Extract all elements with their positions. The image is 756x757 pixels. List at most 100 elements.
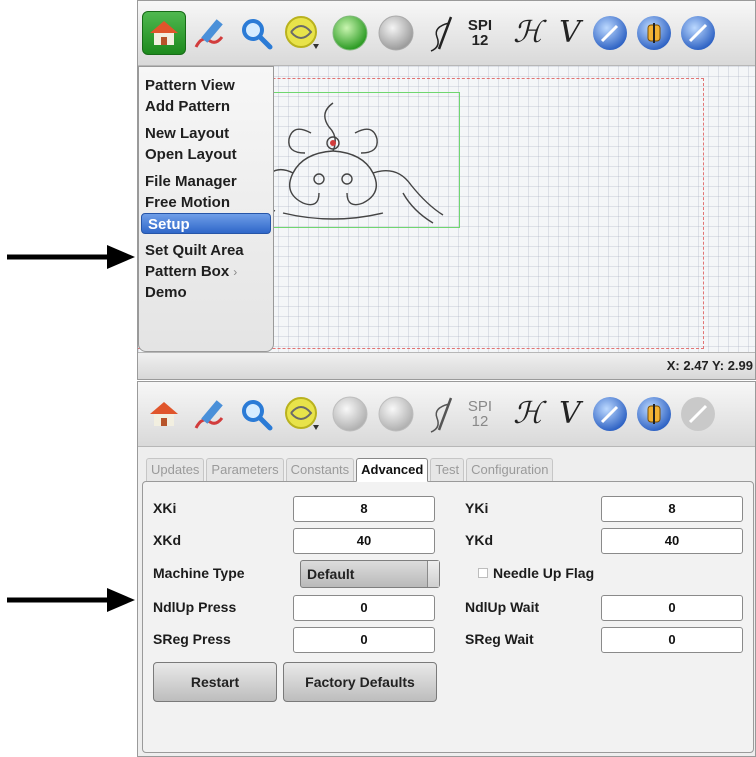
row-ki: XKi 8 YKi 8 — [143, 494, 753, 524]
menu-item-pattern-box-label: Pattern Box — [145, 263, 230, 280]
speed-dial-icon — [593, 397, 627, 431]
tab-test[interactable]: Test — [430, 458, 465, 482]
menu-item-new-layout[interactable]: New Layout — [139, 123, 273, 144]
stop-light[interactable] — [374, 11, 418, 55]
restart-button[interactable]: Restart — [153, 662, 277, 702]
advanced-settings-panel: XKi 8 YKi 8 XKd 40 YKd 40 Machine Type D… — [142, 481, 754, 753]
yki-input[interactable]: 8 — [601, 496, 743, 522]
xki-input[interactable]: 8 — [293, 496, 435, 522]
sreg-wait-label: SReg Wait — [465, 631, 534, 647]
needle-up-button[interactable] — [632, 392, 676, 436]
home-button[interactable] — [142, 11, 186, 55]
dropdown-toggle-icon[interactable] — [427, 561, 439, 587]
green-light-icon — [332, 15, 368, 51]
ndlup-press-label: NdlUp Press — [153, 599, 237, 615]
menu-item-demo[interactable]: Demo — [139, 282, 273, 303]
machine-type-label: Machine Type — [153, 565, 245, 581]
start-light[interactable] — [328, 11, 372, 55]
h-button[interactable]: ℋ — [506, 11, 550, 55]
needle-thread-icon — [430, 16, 453, 52]
v-icon: V — [559, 15, 581, 50]
machine-type-value: Default — [307, 566, 355, 582]
speed-dial-icon — [593, 16, 627, 50]
draw-button[interactable] — [188, 392, 232, 436]
submenu-arrow-icon: › — [233, 265, 238, 279]
speed-button[interactable] — [588, 11, 632, 55]
pencil-icon — [194, 400, 224, 429]
home-icon — [150, 402, 178, 426]
zoom-button[interactable] — [234, 392, 278, 436]
row-ndlup: NdlUp Press 0 NdlUp Wait 0 — [143, 593, 753, 623]
xki-label: XKi — [153, 500, 177, 516]
spi-indicator[interactable]: SPI 12 — [458, 392, 502, 436]
menu-item-file-manager[interactable]: File Manager — [139, 171, 273, 192]
home-dropdown-menu: Pattern View Add Pattern New Layout Open… — [138, 66, 274, 352]
cursor-coordinates: X: 2.47 Y: 2.99 — [666, 358, 753, 373]
menu-item-add-pattern[interactable]: Add Pattern — [139, 96, 273, 117]
xkd-label: XKd — [153, 532, 181, 548]
gray-light-icon — [378, 396, 414, 432]
machine-type-select[interactable]: Default — [300, 560, 440, 588]
setup-screen: SPI 12 ℋ V Updates Parameters Constants … — [137, 381, 756, 757]
setup-tabs: Updates Parameters Constants Advanced Te… — [146, 458, 555, 482]
needle-up-icon — [637, 397, 671, 431]
gray-light-icon — [378, 15, 414, 51]
tab-updates[interactable]: Updates — [146, 458, 205, 482]
zoom-icon — [242, 19, 273, 50]
draw-button[interactable] — [188, 11, 232, 55]
row-buttons: Restart Factory Defaults — [143, 662, 753, 704]
pattern-tool-button[interactable] — [280, 392, 324, 436]
tab-configuration[interactable]: Configuration — [466, 458, 554, 482]
pattern-tool-button[interactable] — [280, 11, 324, 55]
pencil-icon — [194, 19, 224, 48]
sreg-press-input[interactable]: 0 — [293, 627, 435, 653]
status-bar: X: 2.47 Y: 2.99 — [138, 352, 755, 379]
ndlup-press-input[interactable]: 0 — [293, 595, 435, 621]
home-icon — [150, 21, 178, 45]
needle-up-flag-checkbox[interactable] — [478, 568, 488, 578]
setup-toolbar: SPI 12 ℋ V — [138, 382, 755, 447]
gray-light-icon — [332, 396, 368, 432]
spi-value: 12 — [471, 413, 489, 430]
pattern-tool-icon — [285, 16, 319, 49]
xkd-input[interactable]: 40 — [293, 528, 435, 554]
row-sreg: SReg Press 0 SReg Wait 0 — [143, 625, 753, 655]
needle-up-button[interactable] — [632, 11, 676, 55]
h-button[interactable]: ℋ — [506, 392, 550, 436]
tab-advanced[interactable]: Advanced — [356, 458, 429, 482]
menu-item-set-quilt-area[interactable]: Set Quilt Area — [139, 240, 273, 261]
menu-item-pattern-box[interactable]: Pattern Box › — [139, 261, 273, 282]
main-toolbar: SPI 12 ℋ V — [138, 1, 755, 66]
tools-button[interactable] — [676, 11, 720, 55]
factory-defaults-button[interactable]: Factory Defaults — [283, 662, 437, 702]
stop-light[interactable] — [374, 392, 418, 436]
sreg-wait-input[interactable]: 0 — [601, 627, 743, 653]
menu-item-open-layout[interactable]: Open Layout — [139, 144, 273, 165]
sreg-press-label: SReg Press — [153, 631, 231, 647]
v-button[interactable]: V — [548, 11, 592, 55]
row-kd: XKd 40 YKd 40 — [143, 526, 753, 556]
start-light[interactable] — [328, 392, 372, 436]
menu-item-setup[interactable]: Setup — [141, 213, 271, 234]
wrench-icon — [681, 397, 715, 431]
spi-indicator[interactable]: SPI 12 — [458, 11, 502, 55]
needle-thread-icon — [430, 397, 453, 433]
ndlup-wait-label: NdlUp Wait — [465, 599, 540, 615]
speed-button[interactable] — [588, 392, 632, 436]
home-button[interactable] — [142, 392, 186, 436]
ndlup-wait-input[interactable]: 0 — [601, 595, 743, 621]
zoom-button[interactable] — [234, 11, 278, 55]
yki-label: YKi — [465, 500, 489, 516]
ykd-input[interactable]: 40 — [601, 528, 743, 554]
tab-parameters[interactable]: Parameters — [206, 458, 284, 482]
h-icon: ℋ — [513, 15, 543, 50]
v-button[interactable]: V — [548, 392, 592, 436]
zoom-icon — [242, 400, 273, 431]
tab-constants[interactable]: Constants — [285, 458, 355, 482]
tools-button[interactable] — [676, 392, 720, 436]
pattern-view-screen: SPI 12 ℋ V X: 2.47 Y: 2.99 Pattern View … — [137, 0, 756, 380]
spi-label: SPI — [467, 17, 493, 34]
ykd-label: YKd — [465, 532, 493, 548]
menu-item-free-motion[interactable]: Free Motion — [139, 192, 273, 213]
menu-item-pattern-view[interactable]: Pattern View — [139, 75, 273, 96]
